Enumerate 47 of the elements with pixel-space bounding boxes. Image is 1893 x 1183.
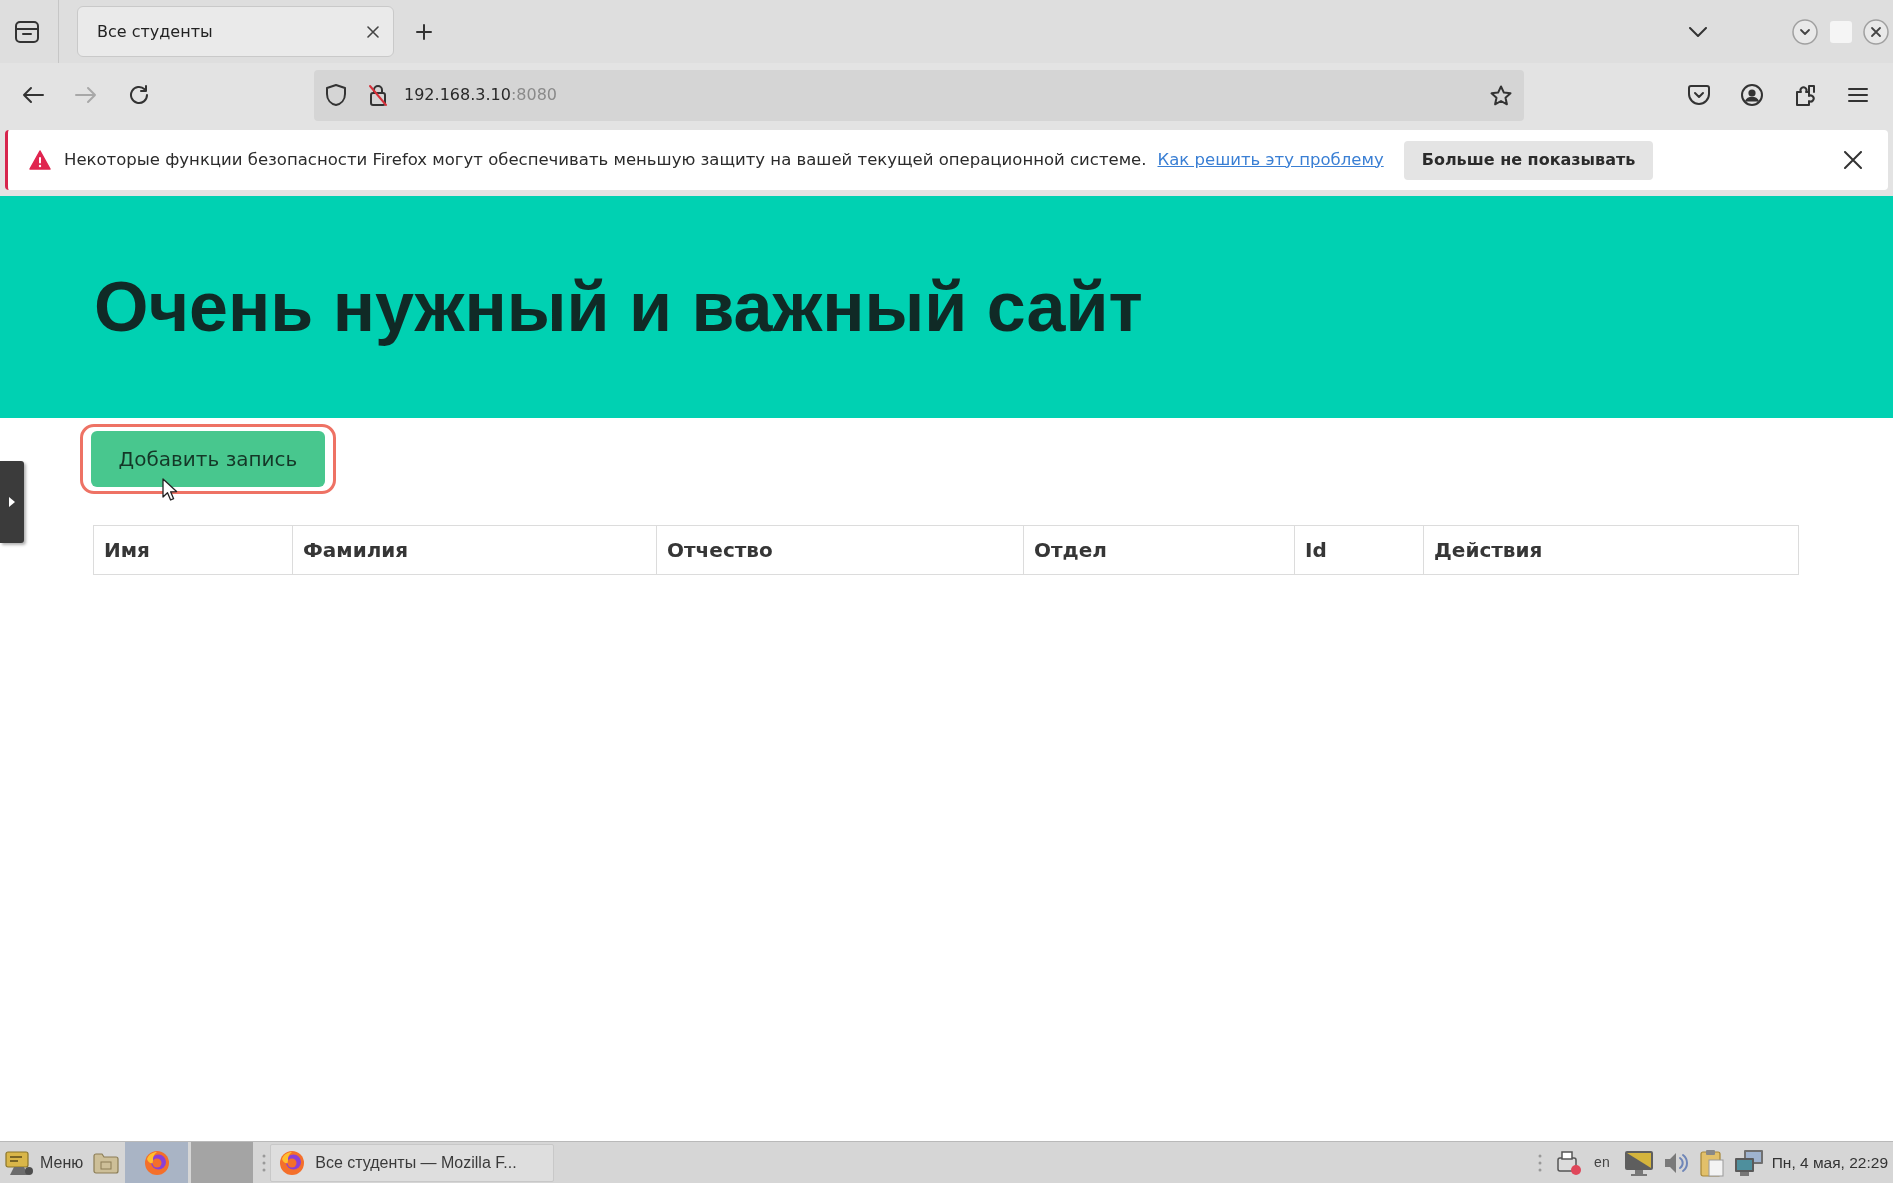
grip-dots-icon <box>262 1152 267 1173</box>
lock-slash-icon[interactable] <box>368 83 388 107</box>
dismiss-button[interactable]: Больше не показывать <box>1403 140 1654 180</box>
column-header: Действия <box>1423 525 1799 575</box>
close-icon[interactable] <box>367 25 379 38</box>
browser-launcher-button[interactable] <box>125 1142 189 1183</box>
grip-dots-icon <box>1538 1152 1543 1173</box>
chevron-down-icon[interactable] <box>1689 26 1707 37</box>
display-icon[interactable] <box>1623 1148 1654 1177</box>
taskbar-window-button[interactable]: Все студенты — Mozilla F... <box>270 1143 555 1182</box>
menu-icon[interactable] <box>1848 87 1868 103</box>
menu-label[interactable]: Меню <box>40 1150 84 1175</box>
clipboard-icon[interactable] <box>1699 1148 1724 1177</box>
keyboard-layout-indicator[interactable]: en <box>1594 1152 1610 1173</box>
address-field[interactable]: 192.168.3.10:8080 <box>314 69 1524 121</box>
close-icon[interactable] <box>1863 18 1889 45</box>
column-header: Отдел <box>1023 525 1295 575</box>
triangle-icon <box>9 497 15 507</box>
app-menu-icon[interactable] <box>4 1148 34 1177</box>
printer-icon[interactable] <box>1556 1149 1583 1176</box>
sidebar-toggle-button[interactable] <box>0 461 24 543</box>
star-icon[interactable] <box>1490 84 1512 106</box>
clock-text: Пн, 4 мая, 22:29 <box>1771 1152 1888 1173</box>
tray-icon[interactable] <box>15 20 39 43</box>
puzzle-icon[interactable] <box>1795 84 1817 106</box>
plus-icon[interactable] <box>416 23 432 40</box>
shield-icon[interactable] <box>326 84 346 106</box>
column-header: Имя <box>93 525 293 575</box>
column-header: Фамилия <box>292 525 657 575</box>
add-record-button[interactable]: Добавить запись <box>91 431 325 487</box>
mouse-pointer-icon <box>162 478 178 502</box>
pocket-icon[interactable] <box>1688 85 1710 105</box>
column-header: Отчество <box>656 525 1024 575</box>
browser-tab[interactable]: Все студенты <box>77 6 394 57</box>
back-arrow-icon[interactable] <box>22 86 44 104</box>
notification-message: Некоторые функции безопасности Firefox могут обеспечивать меньшую защиту на вашей текущей операционной системе. <box>64 148 1147 171</box>
account-icon[interactable] <box>1741 84 1763 106</box>
globe-logo-icon <box>143 1149 170 1176</box>
close-icon[interactable] <box>1844 151 1862 169</box>
network-icon[interactable] <box>1733 1148 1764 1177</box>
globe-logo-icon <box>279 1149 306 1176</box>
help-link[interactable]: Как решить эту проблему <box>1157 147 1384 173</box>
warning-icon <box>29 150 51 170</box>
reload-icon[interactable] <box>129 85 149 105</box>
chevron-circle-icon[interactable] <box>1792 18 1818 45</box>
site-title: Очень нужный и важный сайт <box>94 267 1143 348</box>
column-header: Id <box>1294 525 1424 575</box>
